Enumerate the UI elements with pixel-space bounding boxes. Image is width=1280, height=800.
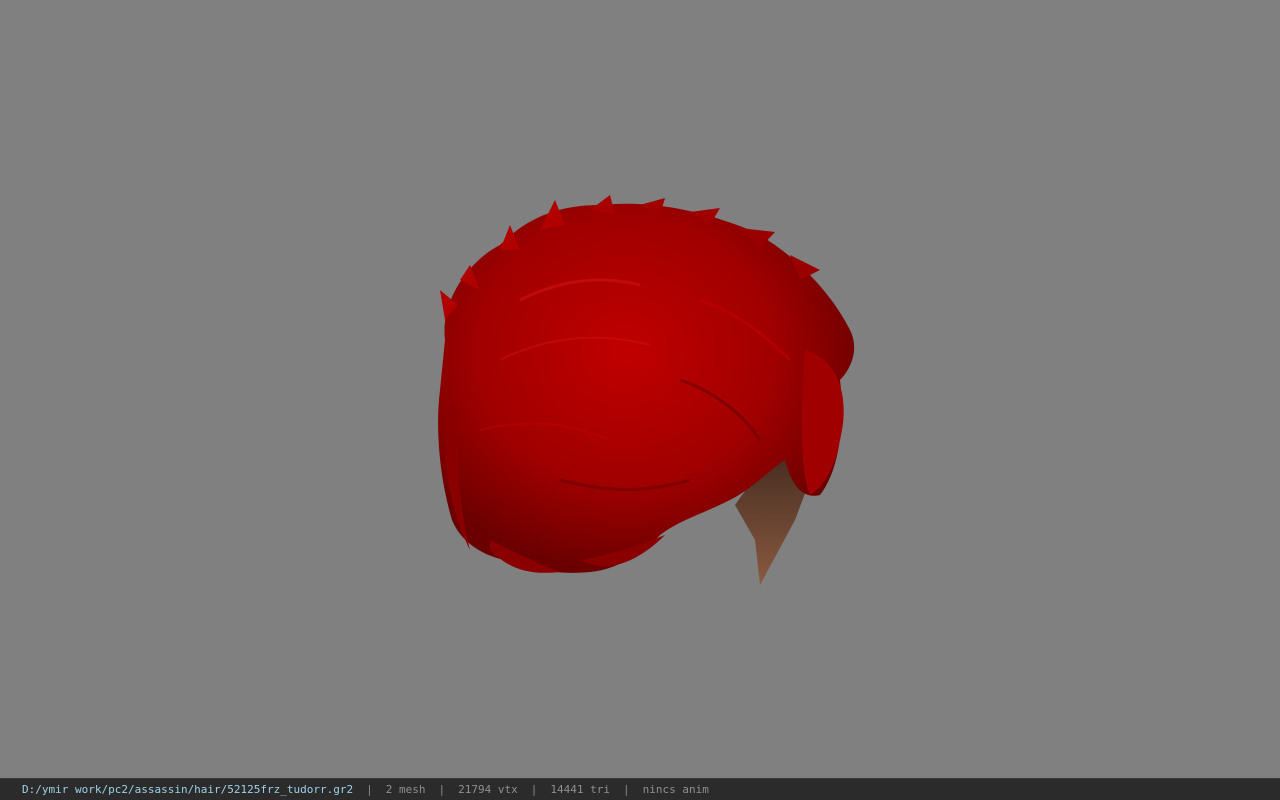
- mesh-count: 2 mesh: [385, 783, 426, 796]
- status-bar: D:/ymir work/pc2/assassin/hair/52125frz_…: [0, 778, 1280, 800]
- triangle-count: 14441 tri: [550, 783, 610, 796]
- anim-status: nincs anim: [642, 783, 709, 796]
- separator: |: [530, 783, 538, 796]
- file-path: D:/ymir work/pc2/assassin/hair/52125frz_…: [22, 783, 354, 796]
- separator: |: [622, 783, 630, 796]
- separator: |: [366, 783, 373, 796]
- 3d-viewport[interactable]: [0, 0, 1280, 778]
- hair-model[interactable]: [0, 0, 1280, 778]
- separator: |: [438, 783, 446, 796]
- vertex-count: 21794 vtx: [458, 783, 518, 796]
